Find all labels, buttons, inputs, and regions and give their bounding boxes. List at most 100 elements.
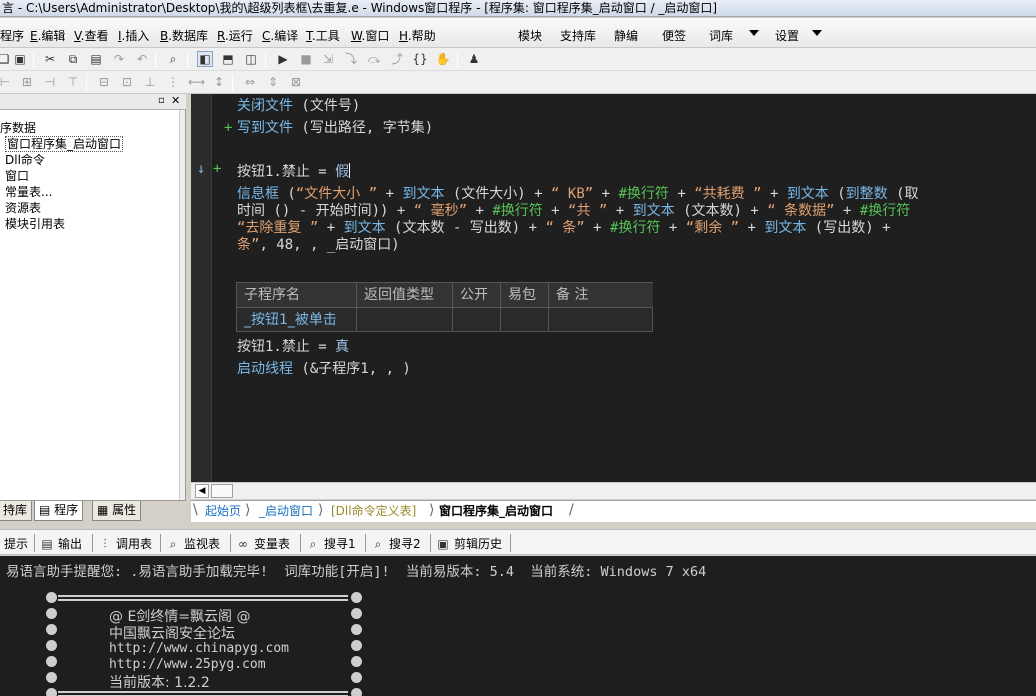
undo-icon[interactable]: ↶: [134, 51, 150, 67]
open-icon[interactable]: ❏: [0, 51, 12, 67]
code-line-start-thread[interactable]: 启动线程 (&子程序1, , ): [237, 358, 411, 378]
step-over-icon[interactable]: ⤼: [366, 51, 382, 67]
doc-tab-dll-table[interactable]: [Dll命令定义表]: [323, 502, 424, 521]
code-line-enable-button[interactable]: 按钮1.禁止 = 真: [237, 336, 349, 356]
tab-program[interactable]: ▤ 程序: [34, 501, 84, 521]
align-bottom-icon[interactable]: ⊥: [142, 74, 158, 90]
tab-properties[interactable]: ▦ 属性: [92, 501, 142, 521]
step-out-icon[interactable]: ⤴: [389, 51, 405, 67]
tree-item-dll-commands[interactable]: Dll命令: [5, 151, 45, 168]
tab-separator: [230, 534, 231, 552]
doc-tab-start-page[interactable]: 起始页: [197, 502, 249, 521]
out-tab-search1[interactable]: ⌕ 搜寻1: [306, 535, 356, 552]
tree-item-resources[interactable]: 资源表: [5, 199, 41, 216]
out-tab-clip-history[interactable]: ▣ 剪辑历史: [436, 535, 502, 552]
redo-icon[interactable]: ↷: [111, 51, 127, 67]
output-console[interactable]: 易语言助手提醒您: .易语言助手加载完毕! 词库功能[开启]! 当前易版本: 5…: [0, 556, 1036, 696]
menu-program[interactable]: 程序: [0, 27, 24, 44]
out-tab-variables[interactable]: ∞ 变量表: [236, 535, 290, 552]
out-tab-search2[interactable]: ⌕ 搜寻2: [371, 535, 421, 552]
out-tab-call-table[interactable]: ⫶ 调用表: [98, 535, 152, 552]
code-line-close-file[interactable]: 关闭文件 (文件号): [237, 95, 360, 115]
cut-icon[interactable]: ✂: [42, 51, 58, 67]
toolbar-separator: [187, 51, 188, 68]
same-size-icon[interactable]: ⊠: [288, 74, 304, 90]
panel-pin-icon[interactable]: ▫: [158, 95, 165, 106]
settings-dropdown-icon[interactable]: [812, 30, 822, 36]
step-into-icon[interactable]: ⤵: [343, 51, 359, 67]
out-tab-output[interactable]: ▤ 输出: [40, 535, 82, 552]
center-v-icon[interactable]: ⊡: [119, 74, 135, 90]
run-to-cursor-icon[interactable]: {}: [412, 51, 428, 67]
doc-tab-start-window[interactable]: _启动窗口: [251, 502, 321, 521]
center-h-icon[interactable]: ⊟: [96, 74, 112, 90]
menu-edit[interactable]: E.编辑: [30, 27, 65, 44]
code-editor[interactable]: + ↓ + 关闭文件 (文件号) 写到文件 (写出路径, 字节集) 按钮1.禁止…: [191, 94, 1036, 482]
paste-icon[interactable]: ▤: [88, 51, 104, 67]
find-icon[interactable]: ⌕: [165, 51, 181, 67]
tree-item-window[interactable]: 窗口: [5, 167, 29, 184]
tree-item-constants[interactable]: 常量表...: [5, 183, 52, 200]
menu-support-lib[interactable]: 支持库: [560, 27, 596, 44]
menu-compile[interactable]: C.编译: [262, 27, 298, 44]
layout-top-icon[interactable]: ⬒: [220, 51, 236, 67]
doc-tab-window-assembly[interactable]: 窗口程序集_启动窗口: [431, 502, 561, 521]
menu-help[interactable]: H.帮助: [399, 27, 436, 44]
align-right-icon[interactable]: ⊣: [42, 74, 58, 90]
menu-run[interactable]: R.运行: [217, 27, 253, 44]
tree-item-module-refs[interactable]: 模块引用表: [5, 215, 65, 232]
subroutine-cell-return-type[interactable]: [357, 308, 453, 332]
subroutine-cell-name[interactable]: _按钮1_被单击: [237, 308, 357, 332]
h-space-icon[interactable]: ⟷: [188, 74, 205, 90]
gutter-expand-icon[interactable]: +: [224, 120, 232, 136]
menu-module[interactable]: 模块: [518, 27, 542, 44]
subroutine-cell-public[interactable]: [453, 308, 501, 332]
menu-lexicon[interactable]: 词库: [709, 27, 733, 44]
run-icon[interactable]: ▶: [275, 51, 291, 67]
project-panel-scrollbar[interactable]: [179, 110, 185, 502]
layout-split-icon[interactable]: ◫: [243, 51, 259, 67]
gutter-expand-icon[interactable]: +: [213, 161, 221, 177]
stop-icon[interactable]: ■: [298, 51, 314, 67]
menu-window[interactable]: W.窗口: [351, 27, 389, 44]
assistant-icon[interactable]: ♟: [466, 51, 482, 67]
tab-support-lib[interactable]: 持库: [0, 501, 33, 521]
menu-notes[interactable]: 便签: [662, 27, 686, 44]
banner-dot: [46, 688, 57, 696]
align-top-icon[interactable]: ⊤: [65, 74, 81, 90]
menu-tools[interactable]: T.工具: [306, 27, 340, 44]
menu-settings[interactable]: 设置: [775, 27, 799, 44]
align-center-icon[interactable]: ⊞: [19, 74, 35, 90]
save-icon[interactable]: ▣: [12, 51, 28, 67]
toolbar-separator: [33, 51, 34, 68]
tree-item-window-assembly[interactable]: 窗口程序集_启动窗口: [5, 135, 124, 152]
hand-icon[interactable]: ✋: [435, 51, 451, 67]
menu-insert[interactable]: I.插入: [118, 27, 149, 44]
scroll-left-icon[interactable]: ◀: [195, 484, 209, 498]
editor-horizontal-scrollbar[interactable]: ◀: [191, 482, 1036, 499]
equal-space-icon[interactable]: ⋮: [165, 74, 181, 90]
out-tab-hint[interactable]: 提示: [4, 535, 28, 552]
layout-left-icon[interactable]: ◧: [197, 51, 213, 67]
toolbar-separator: [457, 51, 458, 68]
copy-icon[interactable]: ⧉: [65, 51, 81, 67]
code-line-write-file[interactable]: 写到文件 (写出路径, 字节集): [237, 117, 433, 137]
subroutine-cell-remark[interactable]: [549, 308, 653, 332]
out-tab-watch[interactable]: ⌕ 监视表: [166, 535, 220, 552]
tree-item-program-data[interactable]: 序数据: [0, 119, 36, 136]
code-line-disable-button[interactable]: 按钮1.禁止 = 假: [237, 161, 351, 181]
panel-close-icon[interactable]: ✕: [171, 94, 180, 107]
same-width-icon[interactable]: ⇔: [242, 74, 258, 90]
lexicon-dropdown-icon[interactable]: [749, 30, 759, 36]
scroll-thumb[interactable]: [211, 484, 233, 498]
step-icon[interactable]: ⇲: [320, 51, 336, 67]
menu-static-compile[interactable]: 静编: [614, 27, 638, 44]
banner-dot: [351, 688, 362, 696]
align-left-icon[interactable]: ⊢: [0, 74, 13, 90]
v-space-icon[interactable]: ↕: [211, 74, 227, 90]
menu-database[interactable]: B.数据库: [160, 27, 208, 44]
subroutine-cell-epackage[interactable]: [501, 308, 549, 332]
code-line-msgbox-4[interactable]: 条”, 48, , _启动窗口): [237, 234, 400, 254]
menu-view[interactable]: V.查看: [74, 27, 109, 44]
same-height-icon[interactable]: ⇕: [265, 74, 281, 90]
